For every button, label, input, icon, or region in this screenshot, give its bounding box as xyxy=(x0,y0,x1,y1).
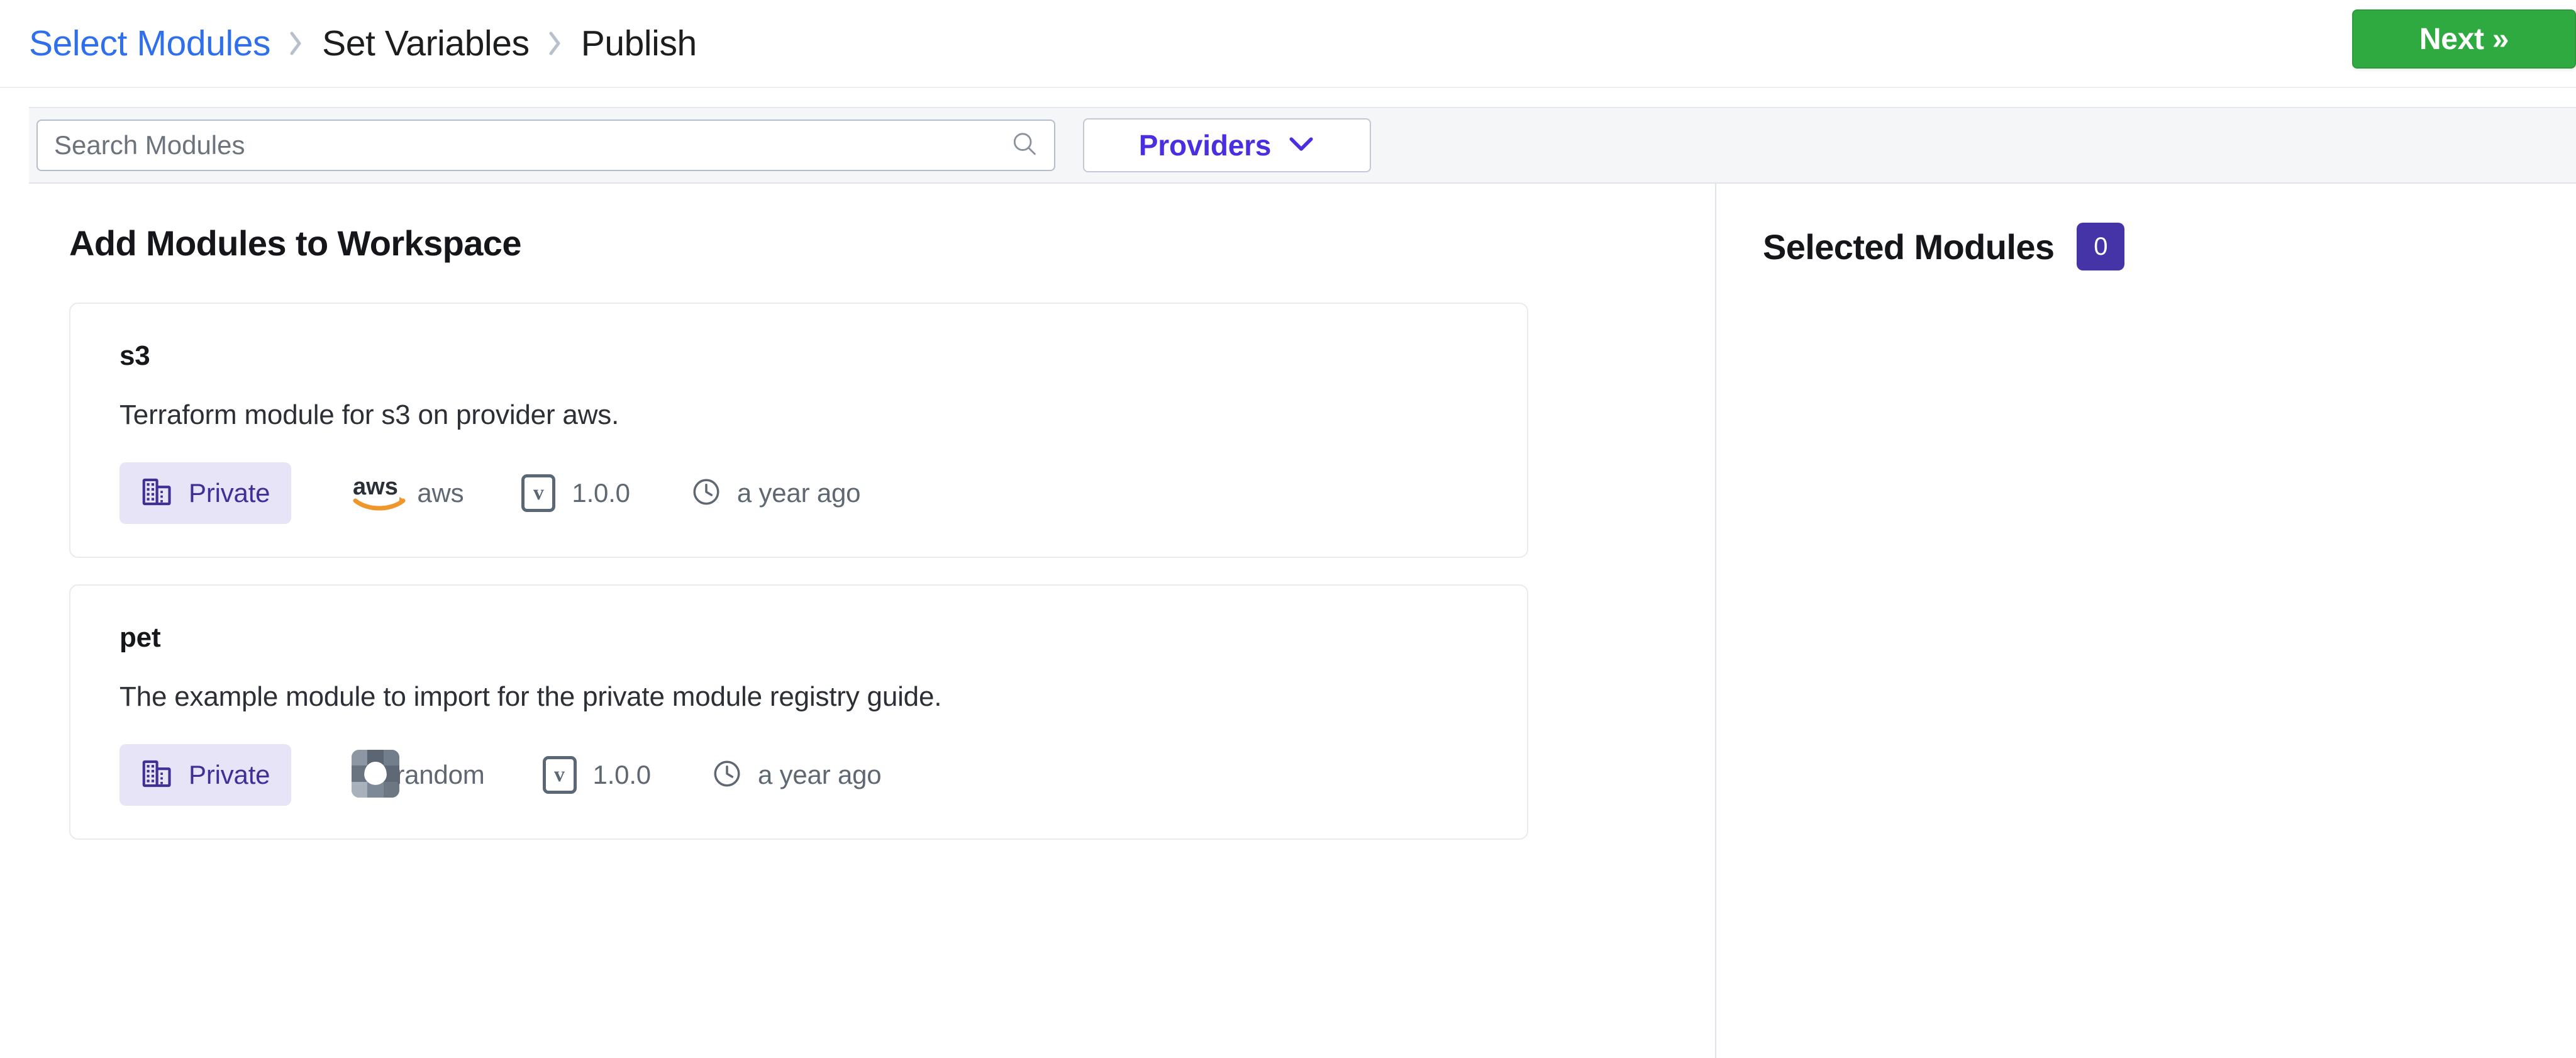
status-badge-private: Private xyxy=(119,462,292,524)
module-filter-toolbar: Providers xyxy=(29,107,2576,184)
providers-label: Providers xyxy=(1138,129,1272,162)
visibility-label: Private xyxy=(189,760,270,789)
selected-modules-pane: Selected Modules 0 xyxy=(1716,184,2576,1058)
module-meta-row: Private random v 1.0.0 a year ago xyxy=(119,744,1527,806)
module-version: v 1.0.0 xyxy=(521,474,630,512)
version-label: 1.0.0 xyxy=(592,760,652,789)
breadcrumb: Select Modules Set Variables Publish xyxy=(29,23,697,64)
providers-dropdown-button[interactable]: Providers xyxy=(1083,118,1371,172)
selected-count-badge: 0 xyxy=(2077,223,2125,270)
svg-text:aws: aws xyxy=(353,474,398,500)
updated-label: a year ago xyxy=(736,478,861,508)
chevron-down-icon xyxy=(1287,135,1315,156)
module-updated: a year ago xyxy=(711,758,882,793)
module-updated: a year ago xyxy=(691,476,861,511)
module-provider: random xyxy=(352,749,485,801)
wizard-header: Select Modules Set Variables Publish Nex… xyxy=(0,0,2576,88)
module-meta-row: Private aws aws v 1.0.0 a year ago xyxy=(119,462,1527,524)
random-provider-icon xyxy=(352,749,400,801)
module-description: The example module to import for the pri… xyxy=(119,681,942,712)
search-modules-field[interactable] xyxy=(36,120,1055,171)
version-box-icon: v xyxy=(521,474,556,512)
module-card-s3[interactable]: s3 Terraform module for s3 on provider a… xyxy=(69,303,1528,558)
available-modules-pane: Add Modules to Workspace s3 Terraform mo… xyxy=(0,184,1716,1058)
content-area: Add Modules to Workspace s3 Terraform mo… xyxy=(0,184,2576,1058)
module-version: v 1.0.0 xyxy=(542,756,652,794)
search-input[interactable] xyxy=(36,120,1055,171)
module-list: s3 Terraform module for s3 on provider a… xyxy=(69,303,1715,840)
provider-label: random xyxy=(396,760,485,789)
selected-modules-header: Selected Modules 0 xyxy=(1763,223,2576,270)
visibility-label: Private xyxy=(189,478,270,508)
provider-label: aws xyxy=(417,478,464,508)
next-button[interactable]: Next » xyxy=(2352,9,2576,69)
module-description: Terraform module for s3 on provider aws. xyxy=(119,399,619,430)
module-provider: aws aws xyxy=(352,469,464,518)
version-label: 1.0.0 xyxy=(572,478,630,508)
updated-label: a year ago xyxy=(757,760,882,789)
status-badge-private: Private xyxy=(119,744,292,806)
clock-icon xyxy=(711,758,743,793)
version-box-icon: v xyxy=(542,756,577,794)
module-name: s3 xyxy=(119,340,150,371)
wizard-step-select-modules[interactable]: Select Modules xyxy=(29,23,271,64)
selected-modules-title: Selected Modules xyxy=(1763,226,2055,267)
breadcrumb-separator-icon xyxy=(270,30,322,57)
building-icon xyxy=(141,757,174,793)
wizard-step-set-variables[interactable]: Set Variables xyxy=(322,23,530,64)
module-card-pet[interactable]: pet The example module to import for the… xyxy=(69,584,1528,840)
building-icon xyxy=(141,476,174,511)
page-title: Add Modules to Workspace xyxy=(69,223,521,263)
module-name: pet xyxy=(119,622,161,653)
aws-logo-icon: aws xyxy=(352,469,421,518)
wizard-step-publish[interactable]: Publish xyxy=(581,23,697,64)
breadcrumb-separator-icon-2 xyxy=(530,30,581,57)
clock-icon xyxy=(691,476,722,511)
